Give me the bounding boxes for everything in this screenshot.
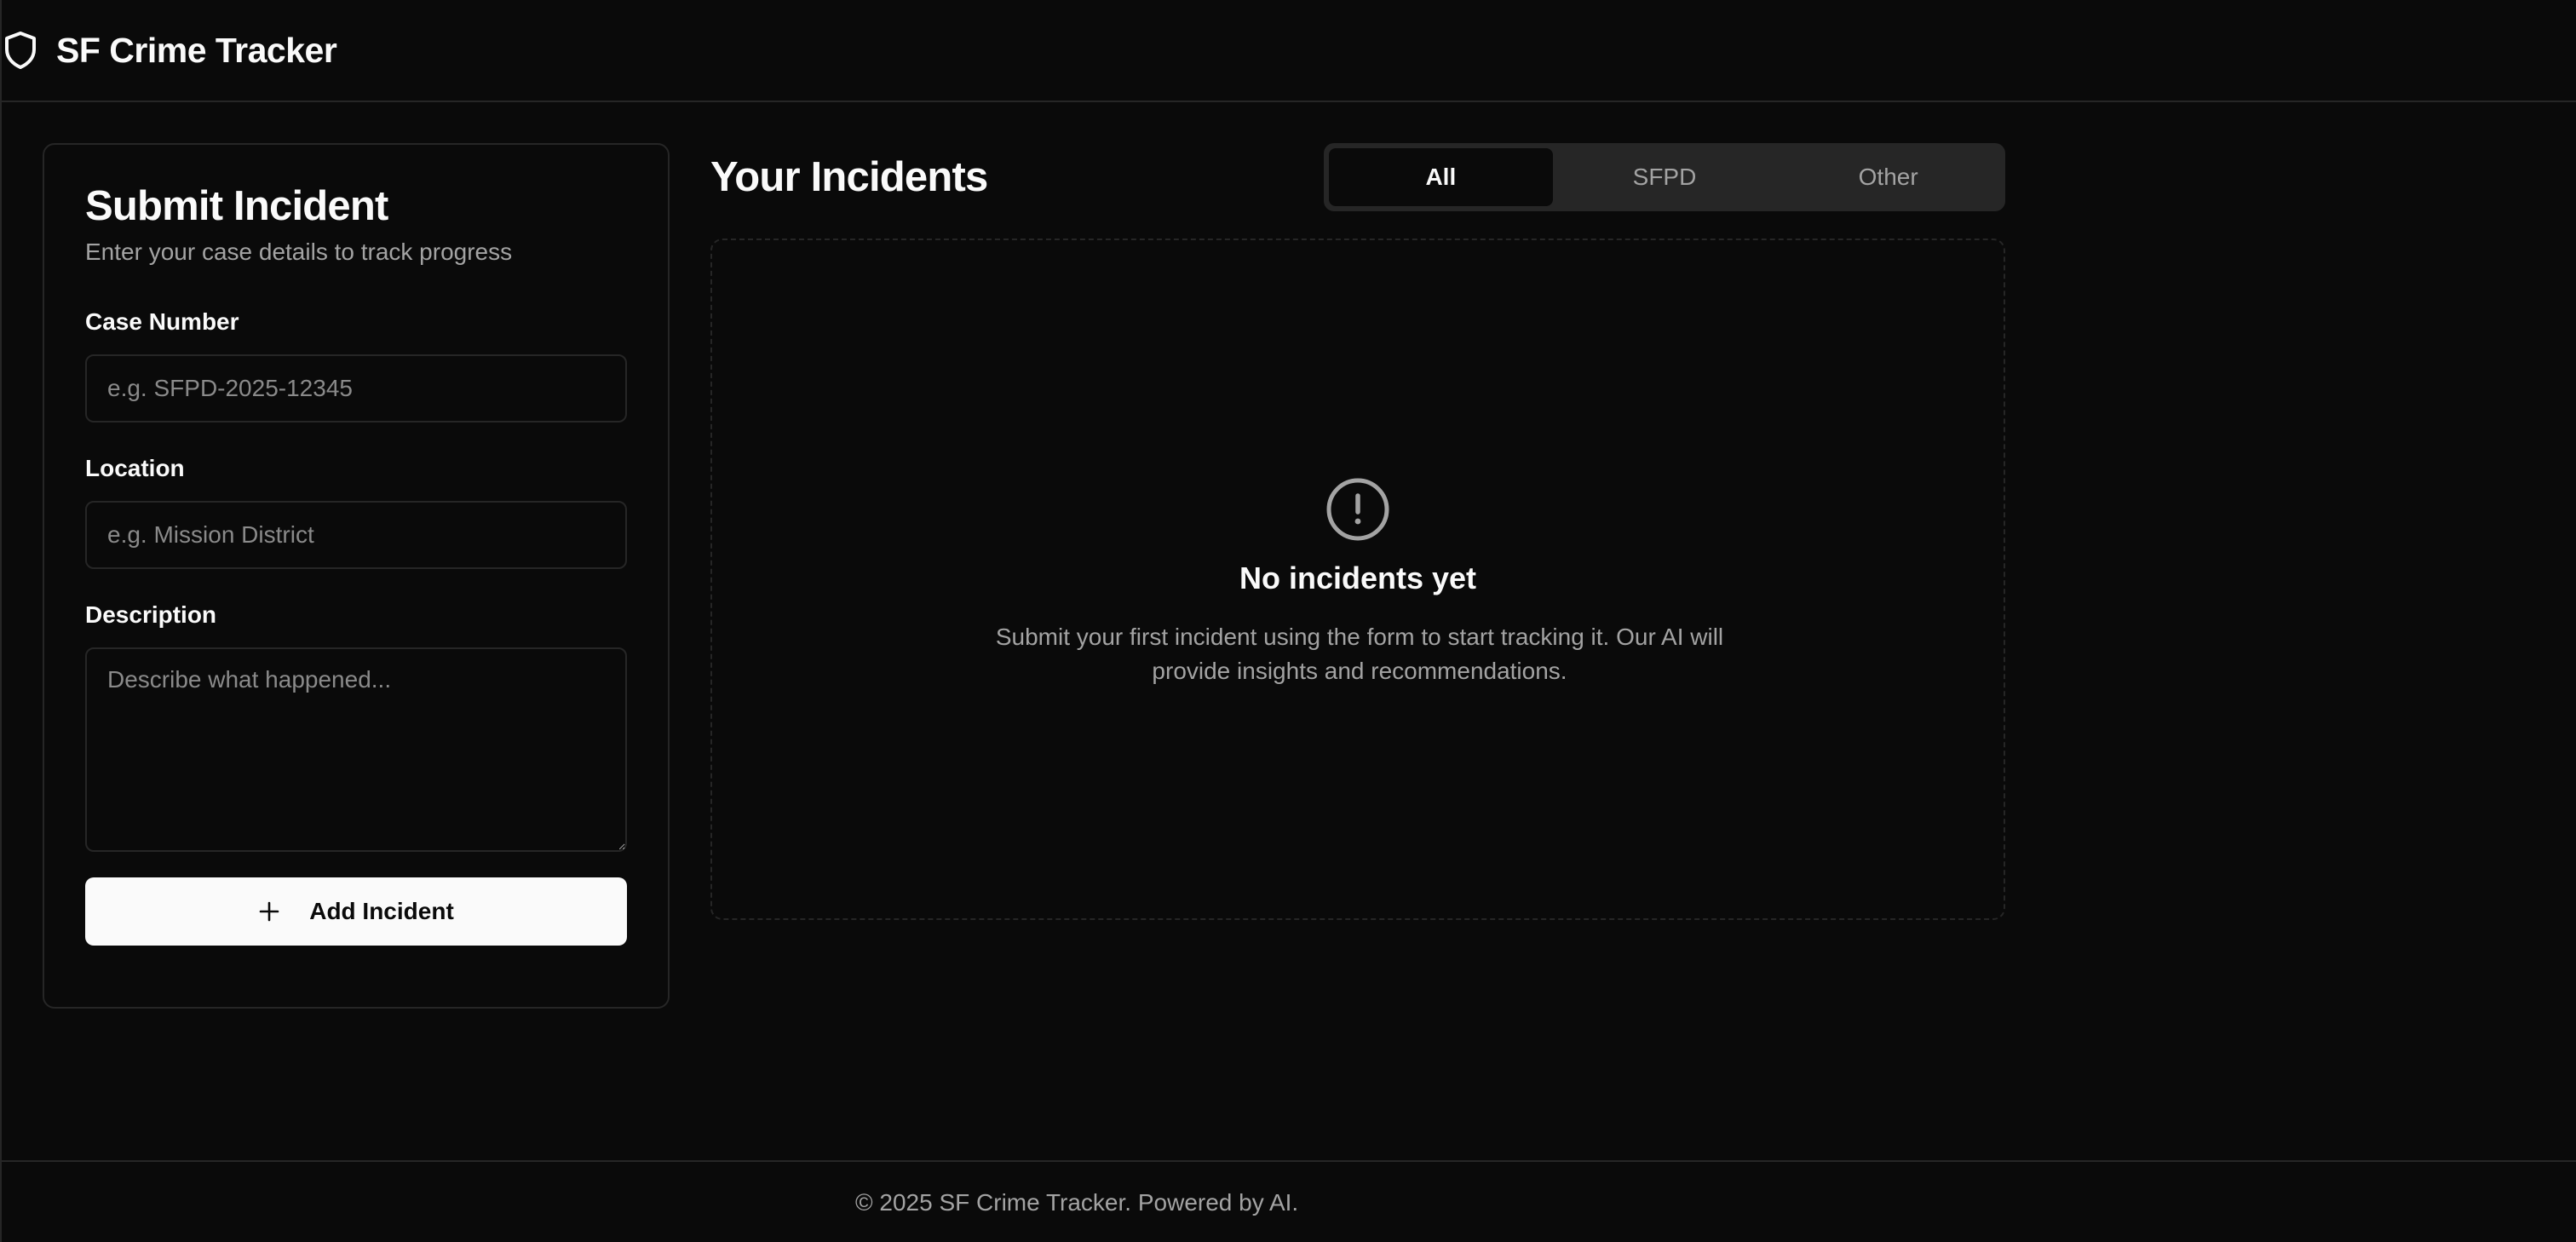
card-subtitle: Enter your case details to track progres… [85,238,513,265]
alert-circle-icon [1325,477,1390,542]
location-input[interactable] [85,500,627,569]
description-textarea[interactable] [85,647,627,852]
incident-filter-tabs: All SFPD Other [1324,143,2005,211]
tab-sfpd[interactable]: SFPD [1553,148,1777,206]
app-root: SF Crime Tracker Submit Incident Enter y… [0,0,2576,1242]
incidents-title: Your Incidents [710,154,988,200]
plus-icon [258,900,280,923]
empty-state-panel: No incidents yet Submit your first incid… [710,239,2005,920]
submit-incident-card: Submit Incident Enter your case details … [43,143,670,1009]
shield-icon [3,31,37,70]
add-incident-button[interactable]: Add Incident [85,877,627,946]
case-number-label: Case Number [85,308,239,335]
footer-text: © 2025 SF Crime Tracker. Powered by AI. [855,1189,1299,1216]
empty-state-message: Submit your first incident using the for… [995,624,1724,684]
empty-state-title: No incidents yet [1239,561,1477,595]
app-header: SF Crime Tracker [2,0,2576,102]
location-label: Location [85,454,185,481]
tab-all[interactable]: All [1329,148,1553,206]
app-title: SF Crime Tracker [56,30,337,70]
app-footer: © 2025 SF Crime Tracker. Powered by AI. [2,1160,2576,1242]
tab-other[interactable]: Other [1776,148,2000,206]
case-number-input[interactable] [85,354,627,423]
card-title: Submit Incident [85,183,388,229]
description-label: Description [85,601,217,628]
add-incident-label: Add Incident [309,897,454,924]
